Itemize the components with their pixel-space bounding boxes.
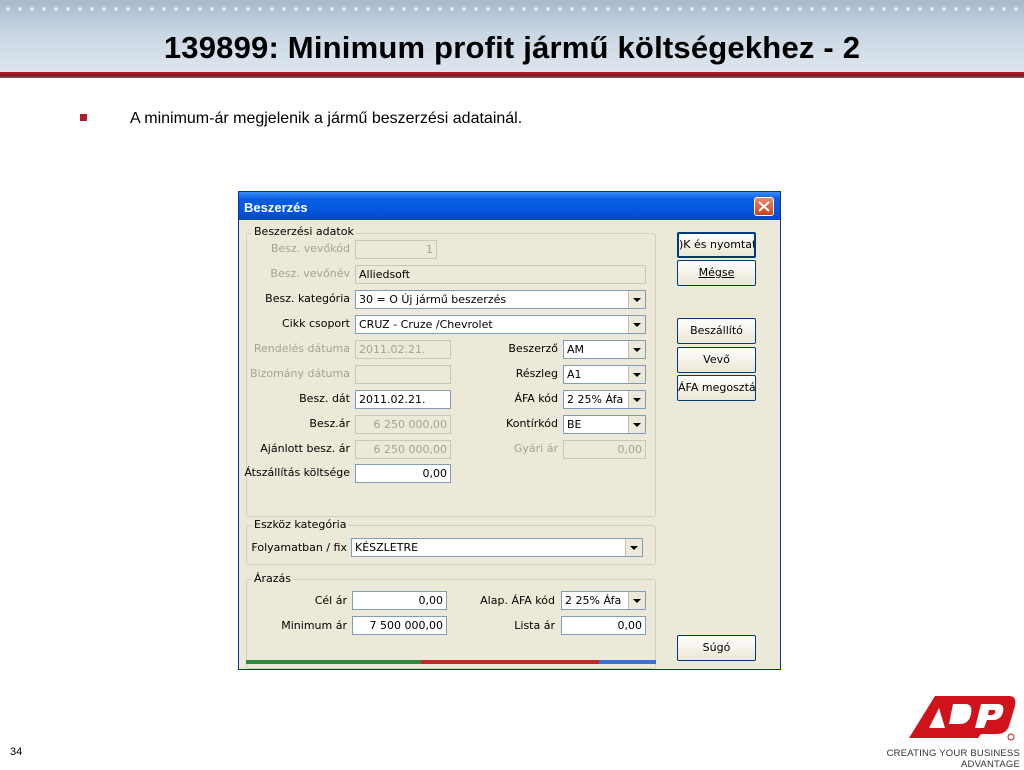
chevron-down-icon[interactable] [628, 592, 645, 609]
chevron-down-icon[interactable] [628, 416, 645, 433]
folyamatban-value: KÉSZLETRE [355, 541, 419, 554]
lista-ar-label: Lista ár [514, 619, 555, 632]
besz-ar-label: Besz.ár [309, 417, 350, 430]
gyari-ar-field: 0,00 [563, 440, 646, 459]
folyamatban-label: Folyamatban / fix [251, 541, 347, 554]
vevokod-field: 1 [355, 240, 437, 259]
adp-logo [909, 696, 1016, 741]
cikk-dropdown[interactable]: CRUZ - Cruze /Chevrolet [355, 315, 646, 334]
chevron-down-icon[interactable] [625, 539, 642, 556]
dialog-titlebar[interactable]: Beszerzés [239, 192, 780, 220]
besz-dat-label: Besz. dát [299, 392, 350, 405]
close-button[interactable] [754, 197, 774, 216]
purchase-data-group-label: Beszerzési adatok [252, 225, 356, 238]
folyamatban-dropdown[interactable]: KÉSZLETRE [351, 538, 643, 557]
chevron-down-icon[interactable] [628, 391, 645, 408]
chevron-down-icon[interactable] [628, 366, 645, 383]
chevron-down-icon[interactable] [628, 341, 645, 358]
reszleg-label: Részleg [515, 367, 558, 380]
kontirkod-value: BE [567, 418, 582, 431]
bullet-icon [80, 114, 87, 121]
afa-kod-value: 2 25% Áfa [567, 393, 624, 406]
asset-category-group-label: Eszköz kategória [252, 518, 349, 531]
kontirkod-dropdown[interactable]: BE [563, 415, 646, 434]
cel-ar-field[interactable]: 0,00 [352, 591, 447, 610]
status-stripe-red [421, 660, 599, 664]
cancel-button[interactable]: Mégse [677, 260, 756, 286]
tagline: CREATING YOUR BUSINESS ADVANTAGE [886, 748, 1020, 770]
buyer-button[interactable]: Vevő [677, 347, 756, 373]
minimum-ar-label: Minimum ár [281, 619, 347, 632]
lista-ar-field[interactable]: 0,00 [561, 616, 646, 635]
afa-kod-label: ÁFA kód [514, 392, 558, 405]
header-divider [0, 72, 1024, 78]
chevron-down-icon[interactable] [628, 316, 645, 333]
kategoria-dropdown[interactable]: 30 = O Új jármű beszerzés [355, 290, 646, 309]
page-number: 34 [10, 746, 23, 758]
minimum-ar-field[interactable]: 7 500 000,00 [352, 616, 447, 635]
bizomany-label: Bizomány dátuma [249, 367, 350, 380]
purchase-dialog: Beszerzés Beszerzési adatok Besz. vevőkó… [238, 191, 781, 670]
besz-dat-field[interactable]: 2011.02.21. [355, 390, 451, 409]
chevron-down-icon[interactable] [628, 291, 645, 308]
cancel-button-label: Mégse [698, 266, 735, 279]
vevokod-label: Besz. vevőkód [270, 242, 350, 255]
beszerzo-value: AM [567, 343, 585, 356]
supplier-button[interactable]: Beszállító [677, 318, 756, 344]
slide-title: 139899: Minimum profit jármű költségekhe… [163, 30, 861, 65]
kontirkod-label: Kontírkód [506, 417, 558, 430]
rendeles-label: Rendelés dátuma [253, 342, 350, 355]
ajanlott-label: Ajánlott besz. ár [260, 442, 350, 455]
pricing-group-label: Árazás [252, 572, 294, 585]
dialog-title: Beszerzés [244, 200, 308, 215]
bizomany-field [355, 365, 451, 384]
kategoria-label: Besz. kategória [265, 292, 350, 305]
vevonev-field: Alliedsoft [355, 265, 646, 284]
status-stripe-blue [599, 660, 656, 664]
alap-afa-label: Alap. ÁFA kód [480, 594, 555, 607]
gyari-ar-label: Gyári ár [513, 442, 558, 455]
kategoria-value: 30 = O Új jármű beszerzés [359, 293, 507, 306]
status-stripe-green [246, 660, 421, 664]
bullet-text: A minimum-ár megjelenik a jármű beszerzé… [130, 110, 523, 127]
header-dot-pattern [0, 4, 1024, 14]
help-button[interactable]: Súgó [677, 635, 756, 661]
beszerzo-dropdown[interactable]: AM [563, 340, 646, 359]
vevonev-label: Besz. vevőnév [270, 267, 350, 280]
besz-ar-field: 6 250 000,00 [355, 415, 451, 434]
alap-afa-value: 2 25% Áfa [565, 594, 622, 607]
alap-afa-dropdown[interactable]: 2 25% Áfa [561, 591, 646, 610]
close-icon [758, 201, 770, 212]
ajanlott-field: 6 250 000,00 [355, 440, 451, 459]
atszallitas-field[interactable]: 0,00 [355, 464, 451, 483]
cikk-value: CRUZ - Cruze /Chevrolet [359, 318, 493, 331]
cel-ar-label: Cél ár [314, 594, 347, 607]
vat-split-button[interactable]: ÁFA megosztás [677, 375, 756, 401]
ok-print-button[interactable]: )K és nyomtatá [677, 232, 756, 258]
beszerzo-label: Beszerző [508, 342, 558, 355]
slide-header: 139899: Minimum profit jármű költségekhe… [0, 0, 1024, 72]
atszallitas-label: Átszállítás költsége [244, 466, 350, 479]
reszleg-dropdown[interactable]: A1 [563, 365, 646, 384]
reszleg-value: A1 [567, 368, 582, 381]
afa-kod-dropdown[interactable]: 2 25% Áfa [563, 390, 646, 409]
cikk-label: Cikk csoport [281, 317, 350, 330]
rendeles-field: 2011.02.21. [355, 340, 451, 359]
